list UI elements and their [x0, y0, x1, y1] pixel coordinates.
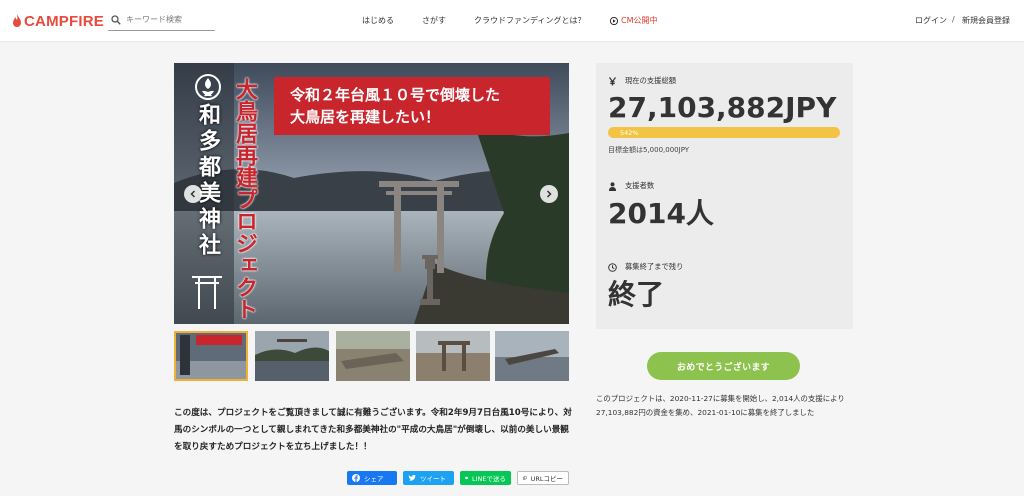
register-link[interactable]: 新規会員登録 [962, 15, 1010, 26]
clock-icon [608, 262, 617, 272]
banner-line-2: 大鳥居を再建したい！ [290, 108, 441, 126]
nav-about-crowdfunding[interactable]: クラウドファンディングとは？ [474, 15, 585, 26]
line-share-label: LINEで送る [471, 475, 506, 483]
twitter-share-button[interactable]: ツイート [403, 471, 454, 485]
twitter-share-label: ツイート [420, 475, 446, 483]
congrats-button[interactable]: おめでとうございます [647, 352, 800, 380]
nav-start[interactable]: はじめる [362, 15, 394, 26]
copy-icon [523, 476, 527, 480]
backers-count: 2014人 [608, 197, 714, 230]
line-icon [465, 476, 468, 480]
copy-url-button[interactable]: URLコピー [517, 471, 569, 485]
nav-cm-label: CM公開中 [621, 16, 658, 25]
search-box[interactable] [108, 9, 215, 31]
thumbnail-5[interactable] [495, 331, 569, 381]
total-label-row: 現在の支援総額 [608, 76, 676, 86]
project-title-vertical: 大鳥居再建プロジェクト [232, 78, 258, 320]
thumbnail-image [255, 331, 329, 381]
thumbnail-image [174, 331, 248, 381]
chevron-left-icon [190, 190, 196, 198]
nav-cm[interactable]: CM公開中 [610, 15, 658, 26]
goal-amount: 目標金額は5,000,000JPY [608, 146, 690, 154]
thumbnail-image [416, 331, 490, 381]
total-funding-amount: 27,103,882JPY [608, 91, 837, 124]
funding-progress-bar: 542% [608, 127, 840, 138]
campfire-logo[interactable]: CAMPFIRE [12, 12, 104, 30]
login-link[interactable]: ログイン [915, 15, 947, 26]
project-main-image[interactable]: 和多都美神社 大鳥居再建プロジェクト 令和２年台風１０号で倒壊した 大鳥居を再建… [174, 63, 569, 324]
total-funding-label: 現在の支援総額 [625, 76, 677, 85]
progress-percent: 542% [620, 129, 639, 137]
thumbnail-strip [174, 331, 569, 381]
search-icon [111, 14, 121, 25]
project-summary-text: このプロジェクトは、2020-11-27に募集を開始し、2,014人の支援により… [596, 394, 845, 417]
facebook-share-label: シェア [364, 475, 384, 483]
backers-label-row: 支援者数 [608, 181, 654, 191]
flame-icon [13, 14, 21, 27]
hero-banner: 令和２年台風１０号で倒壊した 大鳥居を再建したい！ [274, 77, 550, 135]
thumbnail-image [336, 331, 410, 381]
nav-search[interactable]: さがす [422, 15, 446, 26]
backers-label: 支援者数 [625, 181, 655, 190]
shrine-name-vertical: 和多都美神社 [195, 103, 221, 259]
banner-line-1: 令和２年台風１０号で倒壊した [290, 86, 501, 104]
project-intro-text: この度は、プロジェクトをご覧頂きまして誠に有難うございます。令和2年9月7日台風… [174, 408, 572, 452]
project-stats-panel: 現在の支援総額 27,103,882JPY 542% 目標金額は5,000,00… [596, 63, 853, 329]
remaining-label: 募集終了まで残り [625, 262, 684, 271]
search-input[interactable] [126, 15, 211, 24]
remaining-value: 終了 [608, 278, 665, 311]
twitter-icon [408, 474, 416, 481]
chevron-right-icon [546, 190, 552, 198]
remaining-label-row: 募集終了まで残り [608, 262, 683, 272]
copy-url-label: URLコピー [530, 475, 563, 483]
thumbnail-3[interactable] [336, 331, 410, 381]
prev-image-button[interactable] [184, 185, 202, 203]
logo-text: CAMPFIRE [24, 12, 104, 30]
line-share-button[interactable]: LINEで送る [460, 471, 511, 485]
play-icon [610, 16, 618, 25]
thumbnail-4[interactable] [416, 331, 490, 381]
yen-icon [609, 76, 616, 85]
facebook-share-button[interactable]: シェア [347, 471, 397, 485]
facebook-icon [352, 474, 360, 482]
thumbnail-1[interactable] [174, 331, 248, 381]
auth-separator: / [952, 15, 955, 24]
thumbnail-image [495, 331, 569, 381]
site-header: CAMPFIRE はじめる さがす クラウドファンディングとは？ CM公開中 ロ… [0, 0, 1024, 42]
thumbnail-2[interactable] [255, 331, 329, 381]
person-icon [609, 181, 616, 191]
next-image-button[interactable] [540, 185, 558, 203]
